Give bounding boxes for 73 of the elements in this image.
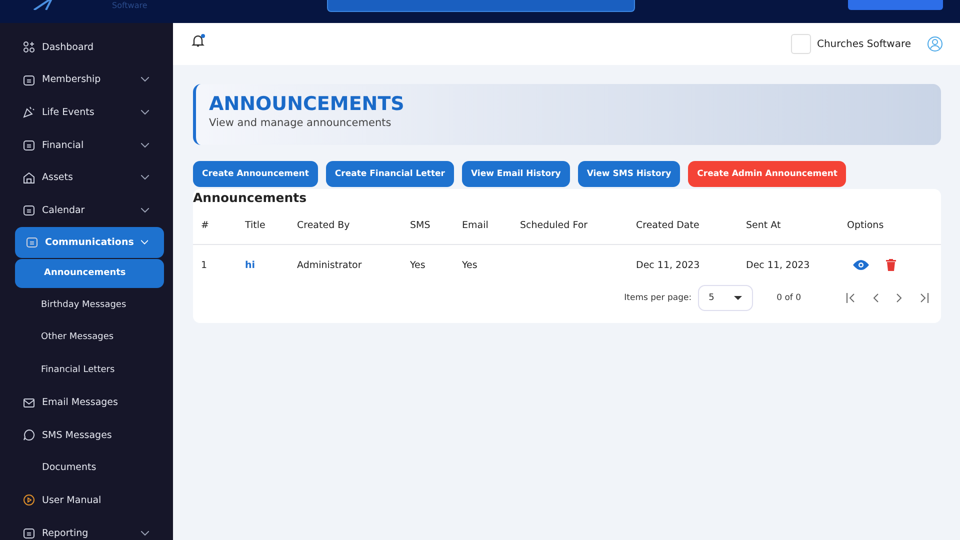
sidebar-item[interactable]: Financial xyxy=(15,128,165,162)
column-header: Options xyxy=(847,220,885,231)
menu-icon xyxy=(23,139,35,152)
organization-logo xyxy=(790,34,811,54)
menu-icon xyxy=(23,527,35,540)
page-title: ANNOUNCEMENTS xyxy=(209,93,406,115)
chevron-icon xyxy=(141,77,149,82)
next-page-icon[interactable] xyxy=(896,293,902,303)
page-range: 0 of 0 xyxy=(776,293,801,303)
action-button[interactable]: View SMS History xyxy=(578,161,680,187)
sidebar-item[interactable]: Email Messages xyxy=(15,386,165,419)
sidebar-item[interactable]: Calendar xyxy=(15,194,165,227)
sidebar-item[interactable]: Communications xyxy=(15,226,164,258)
action-button[interactable]: View Email History xyxy=(462,161,570,187)
column-header: Email xyxy=(462,220,490,231)
table-cell-text: Yes xyxy=(410,260,426,270)
menu-icon xyxy=(23,106,35,118)
menu-icon xyxy=(23,74,35,86)
dropdown-caret-icon xyxy=(734,296,742,300)
chevron-icon xyxy=(141,142,149,148)
items-per-page-label: Items per page: xyxy=(624,293,692,303)
menu-icon xyxy=(23,494,35,506)
menu-icon xyxy=(23,41,35,54)
sidebar-item[interactable]: User Manual xyxy=(15,484,165,517)
title-link[interactable]: hi xyxy=(245,260,297,270)
column-header: Created Date xyxy=(636,220,700,231)
table-cell-text: 1 xyxy=(201,260,208,270)
sidebar-item[interactable]: SMS Messages xyxy=(15,418,165,452)
brand-name: Software xyxy=(112,1,148,11)
table-cell-text: Yes xyxy=(462,260,478,270)
chevron-icon xyxy=(141,110,149,115)
previous-page-icon[interactable] xyxy=(873,293,879,303)
sidebar-item[interactable]: Membership xyxy=(15,64,165,96)
action-button[interactable]: Create Financial Letter xyxy=(326,161,454,187)
trash-icon[interactable] xyxy=(886,259,896,271)
menu-icon xyxy=(23,429,35,442)
table-title: Announcements xyxy=(193,189,308,207)
table-cell-text: Dec 11, 2023 xyxy=(636,260,701,270)
sidebar-item[interactable]: Life Events xyxy=(15,96,165,129)
sidebar-item[interactable]: Documents xyxy=(15,452,165,484)
table-cell-text: Dec 11, 2023 xyxy=(746,260,811,270)
menu-icon xyxy=(26,236,38,248)
submenu-item[interactable]: Other Messages xyxy=(0,321,173,354)
sidebar-item[interactable]: Dashboard xyxy=(15,31,165,64)
submenu-item[interactable]: Birthday Messages xyxy=(0,288,173,322)
column-header: Created By xyxy=(297,220,351,231)
menu-icon xyxy=(23,172,35,184)
organization-name: Churches Software xyxy=(816,38,911,50)
menu-icon xyxy=(23,204,35,216)
chevron-icon xyxy=(141,530,149,536)
first-page-icon[interactable] xyxy=(846,293,856,303)
eye-icon[interactable] xyxy=(853,260,869,270)
chevron-icon xyxy=(141,208,149,213)
page-size-select[interactable]: 5 xyxy=(698,285,753,311)
submenu-item[interactable]: Announcements xyxy=(15,258,164,288)
menu-icon xyxy=(23,396,35,409)
table-cell-text: Administrator xyxy=(297,260,363,270)
last-page-icon[interactable] xyxy=(919,293,929,303)
column-header: Scheduled For xyxy=(520,220,589,231)
sidebar-item[interactable]: Reporting xyxy=(15,516,165,540)
column-header: # xyxy=(201,220,210,231)
column-header: SMS xyxy=(410,220,432,231)
chevron-icon xyxy=(141,175,149,180)
submenu-item[interactable]: Financial Letters xyxy=(0,354,173,386)
action-button[interactable]: Create Announcement xyxy=(193,161,318,187)
column-header: Sent At xyxy=(746,220,782,231)
bell-icon[interactable] xyxy=(191,34,205,48)
action-button[interactable]: Create Admin Announcement xyxy=(688,161,846,187)
page-subtitle: View and manage announcements xyxy=(209,117,392,129)
column-header: Title xyxy=(245,220,266,231)
user-icon[interactable] xyxy=(927,36,943,52)
chevron-icon xyxy=(140,240,148,245)
sidebar-item[interactable]: Assets xyxy=(15,161,165,194)
